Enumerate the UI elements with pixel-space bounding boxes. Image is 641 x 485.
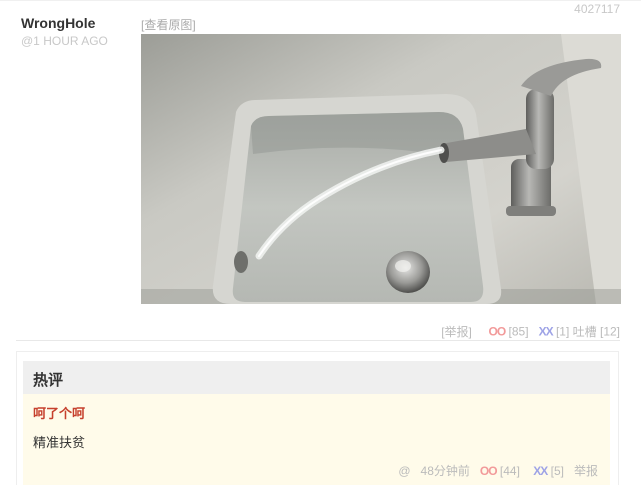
drain-highlight: [395, 260, 411, 272]
faucet-column: [526, 89, 554, 169]
hot-comments-panel: 热评 呵了个呵 精准扶贫 @ 48分钟前 OO [44] XX [5] 举报: [16, 351, 619, 485]
hot-comment-item: 呵了个呵 精准扶贫 @ 48分钟前 OO [44] XX [5] 举报: [23, 394, 610, 485]
post-actions: [举报] OO [85] XX [1] 吐槽 [12]: [441, 323, 620, 340]
oo-vote-icon[interactable]: OO: [489, 325, 507, 339]
post-divider: [16, 340, 620, 341]
post-page: 4027117 WrongHole @1 HOUR AGO [查看原图] [举报…: [0, 0, 641, 485]
hot-oo-count: [44]: [499, 464, 520, 478]
hot-comment-author[interactable]: 呵了个呵: [33, 403, 85, 422]
comment-count: [12]: [599, 324, 620, 339]
top-divider: [0, 0, 641, 1]
at-icon: @: [398, 464, 411, 478]
hot-xx-count: [5]: [550, 464, 564, 478]
hot-comments-title: 热评: [33, 372, 64, 389]
faucet-collar: [506, 206, 556, 216]
hot-oo-vote-icon[interactable]: OO: [480, 464, 498, 478]
drain-stopper: [386, 251, 430, 293]
oo-count: [85]: [508, 324, 529, 339]
author-name[interactable]: WrongHole: [21, 15, 95, 31]
hot-comment-actions: @ 48分钟前 OO [44] XX [5] 举报: [398, 462, 598, 479]
view-original-link[interactable]: [查看原图]: [141, 16, 196, 33]
post-image[interactable]: [141, 34, 621, 304]
overflow-hole: [234, 251, 248, 273]
hot-report-link[interactable]: 举报: [574, 464, 598, 478]
hot-comments-header: 热评: [23, 361, 610, 394]
comment-link[interactable]: 吐槽: [573, 325, 597, 339]
xx-count: [1]: [555, 324, 570, 339]
post-id: 4027117: [574, 2, 620, 16]
hot-xx-vote-icon[interactable]: XX: [533, 464, 548, 478]
xx-vote-icon[interactable]: XX: [539, 325, 554, 339]
hot-comment-time: 48分钟前: [420, 464, 470, 478]
post-time: @1 HOUR AGO: [21, 34, 108, 48]
report-link[interactable]: [举报]: [441, 325, 472, 339]
hot-comment-text: 精准扶贫: [33, 435, 86, 450]
